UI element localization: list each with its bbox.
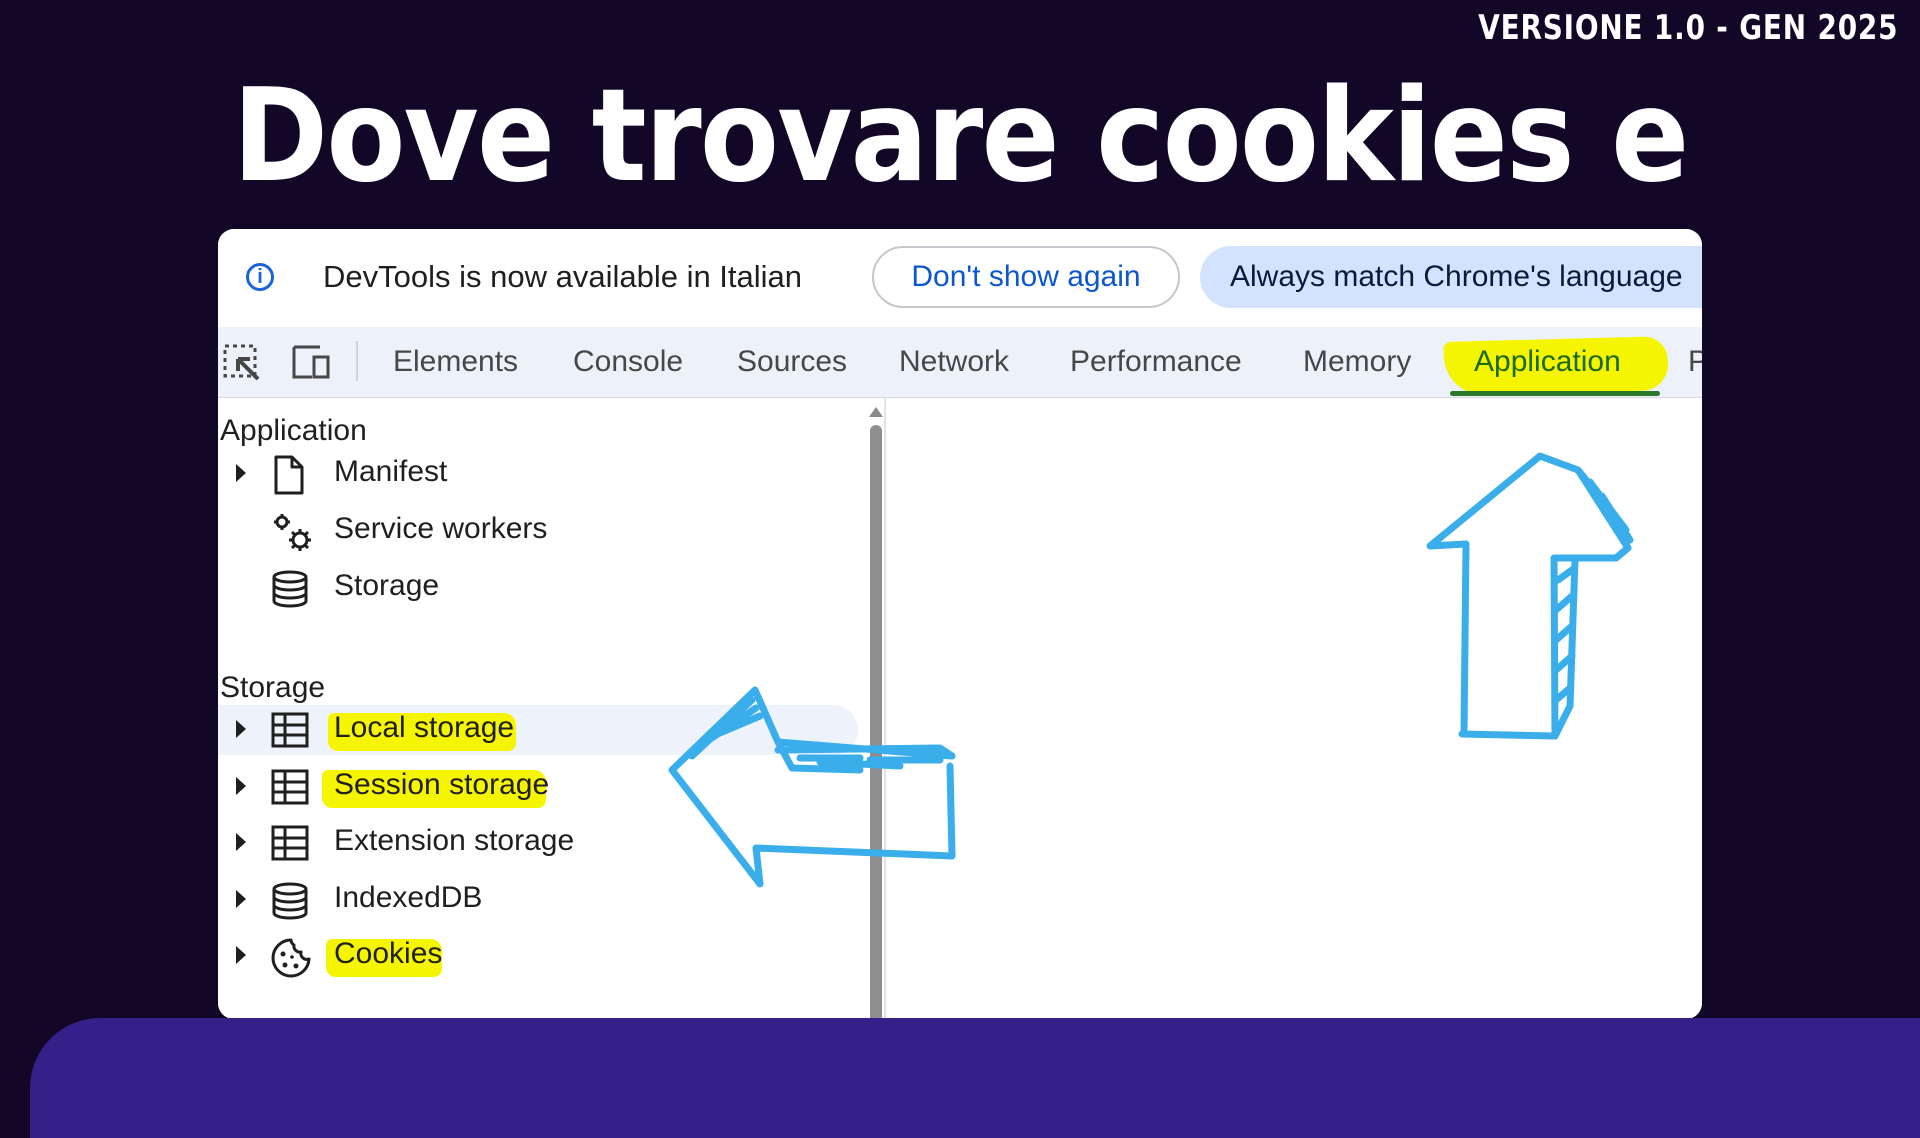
tab-elements[interactable]: Elements	[393, 327, 518, 397]
sidebar-item-indexeddb[interactable]: IndexedDB	[218, 875, 858, 925]
sidebar-item-label: Service workers	[334, 512, 548, 545]
cookie-icon	[271, 938, 311, 978]
sidebar-item-service-workers[interactable]: Service workers	[218, 506, 858, 556]
table-icon	[271, 712, 309, 748]
device-toggle-icon[interactable]	[290, 343, 334, 383]
sidebar-item-session-storage[interactable]: Session storage	[218, 762, 858, 812]
active-tab-indicator	[1450, 391, 1660, 396]
sidebar-item-storage[interactable]: Storage	[218, 563, 858, 613]
dont-show-again-button[interactable]: Don't show again	[872, 246, 1180, 308]
toolbar-separator	[356, 341, 358, 381]
sidebar-item-manifest[interactable]: Manifest	[218, 449, 858, 499]
sidebar-item-label: Extension storage	[334, 824, 575, 857]
tab-application[interactable]: Application	[1474, 327, 1621, 397]
scrollbar-thumb[interactable]	[870, 425, 882, 1019]
application-section-heading: Application	[220, 414, 367, 447]
sidebar-item-extension-storage[interactable]: Extension storage	[218, 818, 858, 868]
expand-caret-icon[interactable]	[236, 464, 246, 482]
application-sidebar: Application Manifest Service workers Sto…	[218, 398, 878, 1019]
sidebar-item-label: Cookies	[334, 937, 443, 970]
always-match-language-button[interactable]: Always match Chrome's language	[1200, 246, 1702, 308]
bottom-decorative-band	[30, 1018, 1920, 1138]
devtools-screenshot: i DevTools is now available in Italian D…	[218, 229, 1702, 1019]
tab-more[interactable]: P	[1688, 327, 1702, 397]
main-content-area	[886, 398, 1702, 1019]
file-icon	[274, 455, 304, 495]
tab-console[interactable]: Console	[573, 327, 683, 397]
expand-caret-icon[interactable]	[236, 777, 246, 795]
tab-sources[interactable]: Sources	[737, 327, 847, 397]
tab-network[interactable]: Network	[899, 327, 1009, 397]
expand-caret-icon[interactable]	[236, 833, 246, 851]
infobar-message: DevTools is now available in Italian	[323, 259, 803, 294]
database-icon	[272, 882, 308, 920]
scroll-up-icon[interactable]	[869, 407, 883, 417]
gears-icon	[274, 514, 311, 551]
tab-memory[interactable]: Memory	[1303, 327, 1411, 397]
language-infobar: i DevTools is now available in Italian D…	[218, 229, 1702, 327]
storage-section-heading: Storage	[220, 671, 326, 704]
database-icon	[272, 570, 308, 608]
version-label: VERSIONE 1.0 - GEN 2025	[1477, 8, 1898, 48]
devtools-tab-bar: Elements Console Sources Network Perform…	[218, 327, 1702, 398]
sidebar-item-local-storage[interactable]: Local storage	[218, 705, 858, 755]
expand-caret-icon[interactable]	[236, 720, 246, 738]
sidebar-item-label: Storage	[334, 569, 440, 602]
sidebar-item-label: Manifest	[334, 455, 448, 488]
expand-caret-icon[interactable]	[236, 946, 246, 964]
sidebar-item-label: Local storage	[334, 711, 515, 744]
table-icon	[271, 769, 309, 805]
table-icon	[271, 825, 309, 861]
inspect-element-icon[interactable]	[222, 343, 262, 383]
tab-performance[interactable]: Performance	[1070, 327, 1242, 397]
sidebar-item-label: Session storage	[334, 768, 550, 801]
sidebar-item-cookies[interactable]: Cookies	[218, 931, 858, 981]
sidebar-item-label: IndexedDB	[334, 881, 483, 914]
expand-caret-icon[interactable]	[236, 890, 246, 908]
info-icon: i	[246, 263, 274, 291]
